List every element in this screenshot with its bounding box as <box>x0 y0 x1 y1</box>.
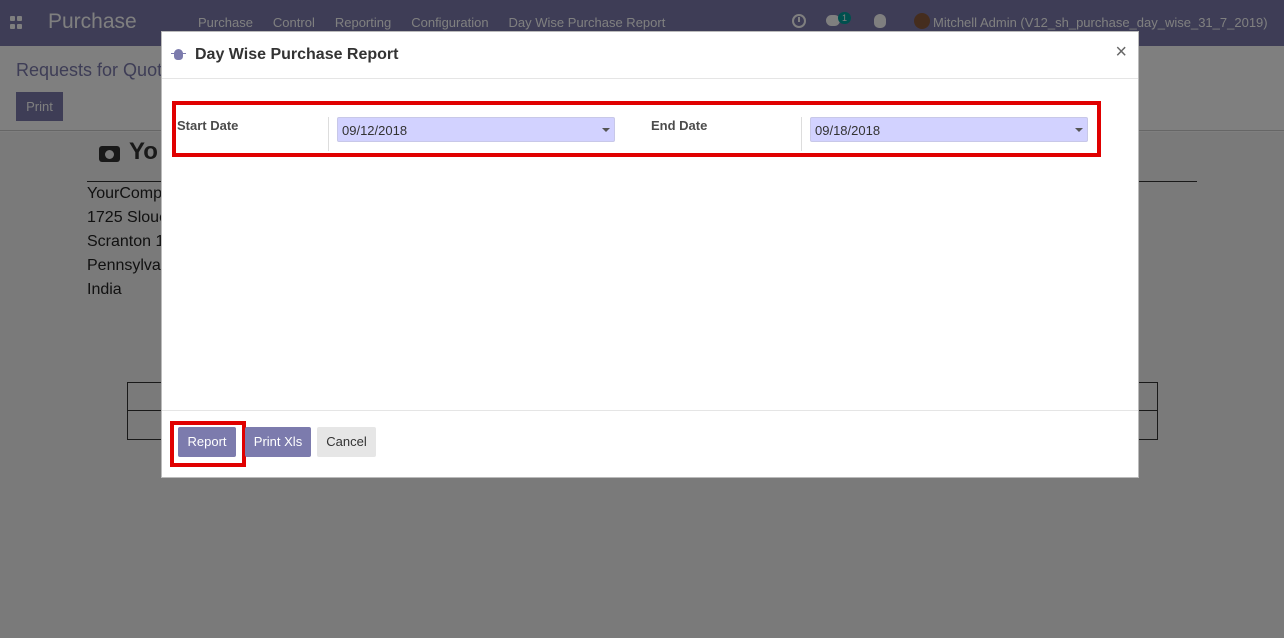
chevron-down-icon[interactable] <box>1075 128 1083 132</box>
end-date-value: 09/18/2018 <box>815 123 881 138</box>
start-date-label: Start Date <box>177 118 239 133</box>
dialog-body: Start Date 09/12/2018 End Date 09/18/201… <box>162 80 1138 410</box>
field-separator <box>801 117 802 151</box>
cancel-button[interactable]: Cancel <box>317 427 376 457</box>
end-date-label: End Date <box>651 118 708 133</box>
debug-bug-icon[interactable] <box>171 49 186 60</box>
dialog-header: Day Wise Purchase Report × <box>162 32 1138 79</box>
print-xls-button[interactable]: Print Xls <box>245 427 311 457</box>
dialog-footer: Report Print Xls Cancel <box>162 410 1138 478</box>
start-date-value: 09/12/2018 <box>342 123 408 138</box>
end-date-field[interactable]: 09/18/2018 <box>810 117 1088 142</box>
chevron-down-icon[interactable] <box>602 128 610 132</box>
report-button[interactable]: Report <box>178 427 236 457</box>
day-wise-report-dialog: Day Wise Purchase Report × Start Date 09… <box>161 31 1139 478</box>
close-icon[interactable]: × <box>1115 42 1127 62</box>
start-date-field[interactable]: 09/12/2018 <box>337 117 615 142</box>
field-separator <box>328 117 329 151</box>
dialog-title: Day Wise Purchase Report <box>195 46 399 63</box>
